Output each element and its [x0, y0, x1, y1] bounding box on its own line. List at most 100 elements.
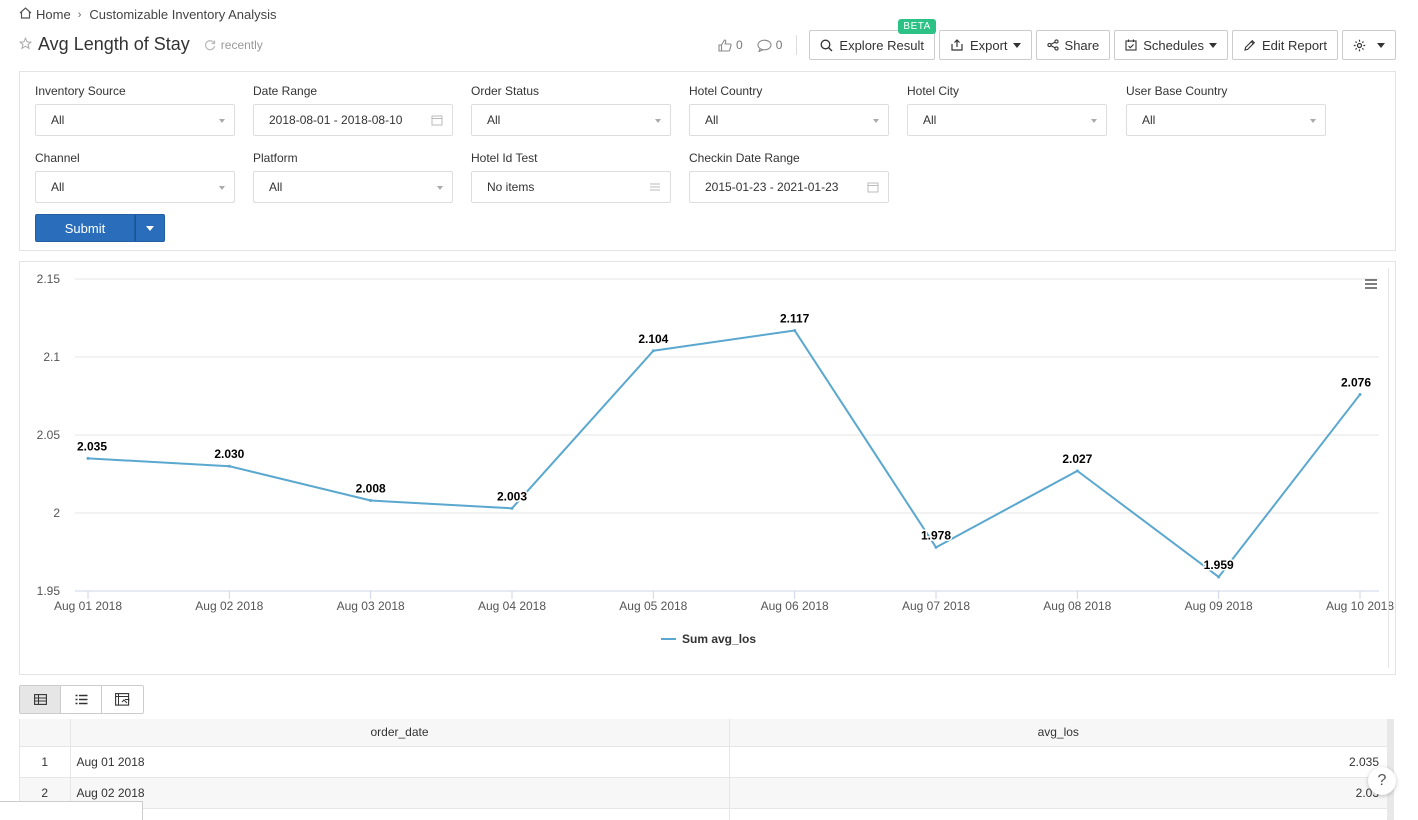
- filter-value: All: [705, 113, 719, 127]
- hotel-id-test-input[interactable]: No items: [471, 171, 671, 203]
- filter-value: 2018-08-01 - 2018-08-10: [269, 113, 403, 127]
- hotel-country-select[interactable]: All: [689, 104, 889, 136]
- thumbs-up-icon: [718, 38, 732, 52]
- chevron-right-icon: ›: [77, 8, 82, 21]
- y-tick-label: 1.95: [37, 584, 61, 598]
- comment-count: 0: [775, 38, 783, 52]
- checkin-date-range-input[interactable]: 2015-01-23 - 2021-01-23: [689, 171, 889, 203]
- column-header-order-date[interactable]: order_date: [70, 719, 730, 747]
- star-icon[interactable]: [18, 36, 33, 53]
- edit-report-button[interactable]: Edit Report: [1231, 30, 1338, 60]
- data-point: [510, 506, 514, 510]
- data-label: 1.978: [921, 528, 951, 542]
- comment-counter[interactable]: 0: [757, 38, 783, 52]
- chart-panel: 1.95 2 2.05 2.1 2.15 Aug 01 2018 Aug 02 2018 Au…: [19, 261, 1396, 675]
- filter-value: All: [51, 113, 65, 127]
- chevron-down-icon: [873, 119, 879, 123]
- home-icon[interactable]: [19, 7, 36, 22]
- filter-order-status: Order Status All: [471, 84, 671, 136]
- x-tick-label: Aug 09 2018: [1185, 599, 1253, 613]
- pencil-icon: [1244, 39, 1256, 51]
- table-row: 1 Aug 01 2018 2.035: [20, 746, 1388, 778]
- channel-select[interactable]: All: [35, 171, 235, 203]
- user-base-country-select[interactable]: All: [1126, 104, 1326, 136]
- x-tick-label: Aug 03 2018: [337, 599, 405, 613]
- share-button[interactable]: Share: [1035, 30, 1111, 60]
- cell-order-date: Aug 01 2018: [70, 746, 730, 778]
- divider: [796, 35, 798, 55]
- data-label: 2.027: [1062, 452, 1092, 466]
- breadcrumb-home-link[interactable]: Home: [36, 7, 71, 22]
- hamburger-menu-icon[interactable]: [1365, 278, 1377, 292]
- filter-value: All: [51, 180, 65, 194]
- chevron-down-icon: [1377, 42, 1385, 48]
- like-counter[interactable]: 0: [718, 38, 743, 52]
- pivot-view-toggle[interactable]: [102, 686, 143, 713]
- data-point: [369, 499, 373, 503]
- list-view-toggle[interactable]: [61, 686, 102, 713]
- series-line: [87, 329, 1361, 578]
- x-tick-label: Aug 04 2018: [478, 599, 546, 613]
- table-row: 2 Aug 02 2018 2.03: [20, 777, 1388, 809]
- filter-label: Channel: [35, 151, 80, 165]
- hotel-city-select[interactable]: All: [907, 104, 1107, 136]
- schedules-label: Schedules: [1143, 37, 1204, 53]
- calendar-icon: [867, 182, 879, 193]
- chart-scroll-edge: [1388, 268, 1389, 668]
- date-range-input[interactable]: 2018-08-01 - 2018-08-10: [253, 104, 453, 136]
- inventory-source-select[interactable]: All: [35, 104, 235, 136]
- list-icon: [75, 694, 87, 705]
- share-label: Share: [1064, 37, 1100, 53]
- explore-result-button[interactable]: Explore Result BETA: [809, 19, 936, 60]
- y-tick-label: 2: [53, 506, 60, 520]
- export-label: Export: [969, 37, 1008, 53]
- table-row: [20, 808, 1388, 820]
- submit-dropdown-button[interactable]: [135, 214, 165, 242]
- column-header-avg-los[interactable]: avg_los: [729, 719, 1388, 747]
- data-label: 2.104: [638, 332, 668, 346]
- chevron-down-icon: [437, 186, 443, 190]
- filter-hotel-country: Hotel Country All: [689, 84, 889, 136]
- chevron-down-icon: [1012, 42, 1021, 48]
- y-tick-label: 2.15: [37, 272, 61, 286]
- legend-label: Sum avg_los: [682, 632, 756, 646]
- submit-button[interactable]: Submit: [35, 214, 135, 242]
- help-button[interactable]: ?: [1368, 767, 1396, 795]
- filter-label: User Base Country: [1126, 84, 1228, 98]
- edit-report-label: Edit Report: [1261, 37, 1327, 53]
- export-button[interactable]: Export: [938, 30, 1032, 60]
- bottom-panel-tab[interactable]: [0, 801, 143, 820]
- chevron-down-icon: [146, 225, 154, 231]
- export-icon: [951, 39, 963, 51]
- calendar-check-icon: [1125, 39, 1137, 51]
- data-point: [227, 464, 231, 468]
- settings-button[interactable]: [1342, 30, 1396, 60]
- filter-label: Checkin Date Range: [689, 151, 800, 165]
- breadcrumb-current: Customizable Inventory Analysis: [89, 7, 277, 22]
- table-icon: [33, 694, 47, 705]
- filter-value: 2015-01-23 - 2021-01-23: [705, 180, 839, 194]
- filter-value: All: [269, 180, 283, 194]
- y-tick-label: 2.05: [37, 428, 61, 442]
- filter-value: No items: [487, 180, 535, 194]
- filter-user-base-country: User Base Country All: [1126, 84, 1326, 136]
- x-tick-label: Aug 02 2018: [195, 599, 263, 613]
- chevron-down-icon: [1208, 42, 1217, 48]
- order-status-select[interactable]: All: [471, 104, 671, 136]
- schedules-button[interactable]: Schedules: [1114, 30, 1228, 60]
- page-title: Avg Length of Stay: [38, 34, 190, 54]
- line-chart: 1.95 2 2.05 2.1 2.15 Aug 01 2018 Aug 02 2018 Au…: [37, 272, 1395, 646]
- filter-value: All: [487, 113, 501, 127]
- beta-badge: BETA: [898, 19, 936, 34]
- view-toggle-group: [19, 685, 144, 714]
- filter-platform: Platform All: [253, 151, 453, 203]
- report-actions: 0 0 Explore Result BETA Export Share Sch…: [718, 19, 1396, 60]
- refresh-status[interactable]: recently: [204, 38, 263, 52]
- filter-label: Hotel Country: [689, 84, 763, 98]
- chevron-down-icon: [1310, 119, 1316, 123]
- data-label: 1.959: [1204, 558, 1234, 572]
- x-tick-label: Aug 01 2018: [54, 599, 122, 613]
- platform-select[interactable]: All: [253, 171, 453, 203]
- data-point: [1217, 575, 1221, 579]
- table-view-toggle[interactable]: [20, 686, 61, 713]
